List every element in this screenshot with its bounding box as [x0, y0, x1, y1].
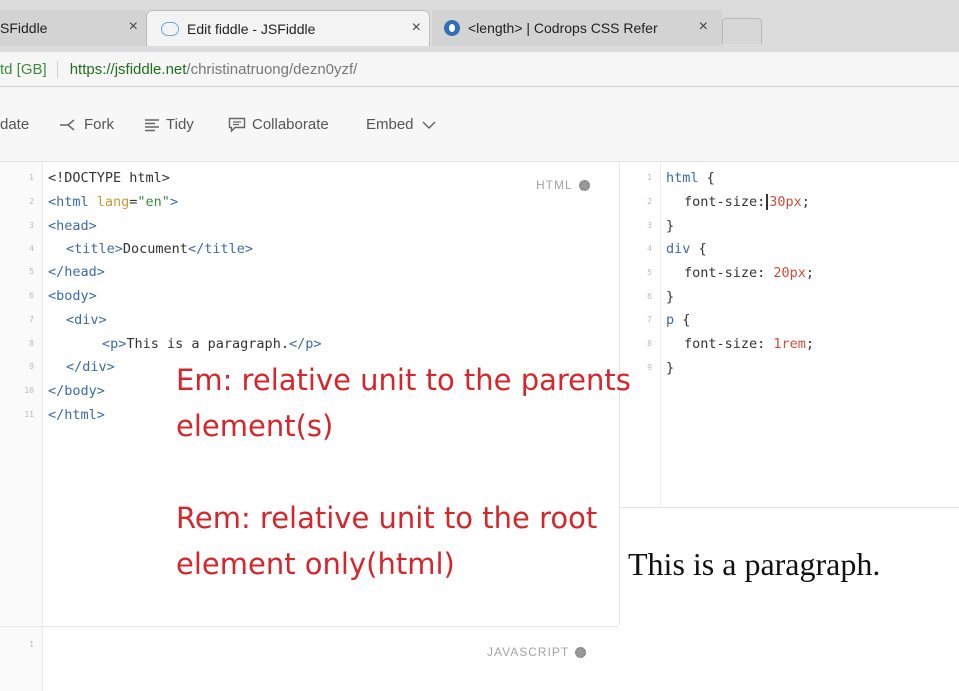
code-line: }: [666, 218, 675, 234]
line-number: 7: [29, 315, 34, 324]
code-line: div {: [666, 241, 707, 257]
code-line: </html>: [48, 407, 105, 423]
fork-button[interactable]: Fork: [58, 116, 114, 133]
annotation-em-line2: element(s): [176, 409, 334, 443]
line-number: 8: [29, 339, 34, 348]
tidy-button[interactable]: Tidy: [144, 116, 194, 133]
code-line: </body>: [48, 383, 105, 399]
chevron-down-icon: [422, 120, 436, 129]
fork-button-label: Fork: [84, 116, 114, 133]
collaborate-button[interactable]: Collaborate: [228, 116, 329, 133]
code-line: html {: [666, 170, 715, 186]
annotation-em-line1: Em: relative unit to the parents: [176, 363, 631, 397]
code-line: </head>: [48, 264, 105, 280]
code-line: }: [666, 289, 675, 305]
line-number: 8: [647, 339, 652, 348]
tidy-icon: [145, 118, 159, 131]
line-number: 6: [647, 292, 652, 301]
tab-label: Edit fiddle - JSFiddle: [187, 20, 316, 37]
line-number: 3: [29, 221, 34, 230]
code-line: font-size: 1rem;: [684, 336, 815, 352]
line-number: 1: [29, 640, 34, 649]
html-panel-label: HTML: [536, 178, 590, 192]
collaborate-button-label: Collaborate: [252, 116, 329, 133]
line-number: 4: [29, 244, 34, 253]
line-number: 1: [647, 173, 652, 182]
tab-jsfiddle[interactable]: SFiddle ×: [0, 10, 146, 46]
fork-icon: [60, 118, 75, 131]
close-icon[interactable]: ×: [412, 19, 421, 37]
javascript-editor-panel[interactable]: 1 JAVASCRIPT: [0, 626, 619, 691]
code-line: font-size: 20px;: [684, 265, 815, 281]
gear-icon[interactable]: [578, 179, 590, 191]
browser-tab-strip: SFiddle × Edit fiddle - JSFiddle × <leng…: [0, 0, 959, 53]
line-number: 7: [647, 315, 652, 324]
line-number: 1: [29, 173, 34, 182]
tab-label: <length> | Codrops CSS Refer: [468, 20, 658, 36]
line-number: 2: [647, 197, 652, 206]
result-panel: This is a paragraph.: [620, 508, 959, 690]
tab-codrops[interactable]: <length> | Codrops CSS Refer ×: [432, 10, 722, 46]
line-number: 9: [29, 362, 34, 371]
css-editor-panel[interactable]: 1 2 3 4 5 6 7 8 9 html { font-size: 30px;…: [620, 162, 959, 508]
code-line: font-size: 30px;: [684, 194, 810, 210]
text-cursor: [766, 194, 769, 210]
line-number: 5: [647, 268, 652, 277]
javascript-panel-label: JAVASCRIPT: [487, 645, 587, 659]
code-line: <title>Document</title>: [66, 241, 253, 257]
embed-button-label: Embed: [366, 116, 414, 133]
annotation-rem-line1: Rem: relative unit to the root: [176, 501, 598, 535]
update-button-label: date: [0, 116, 30, 133]
code-line: <div>: [66, 312, 107, 328]
code-line: <html lang="en">: [48, 194, 179, 210]
code-line: }: [666, 360, 675, 376]
tab-label: SFiddle: [0, 20, 48, 36]
gear-icon[interactable]: [575, 646, 587, 658]
new-tab-button[interactable]: [722, 18, 762, 44]
url-host: https://jsfiddle.net: [69, 60, 187, 78]
codrops-favicon-icon: [444, 20, 460, 36]
line-number: 10: [24, 386, 34, 395]
code-line: <body>: [48, 288, 97, 304]
result-paragraph: This is a paragraph.: [628, 546, 881, 582]
annotation-rem: Rem: relative unit to the root element o…: [176, 495, 597, 587]
annotation-em: Em: relative unit to the parents element…: [176, 357, 631, 449]
tidy-button-label: Tidy: [166, 116, 194, 133]
code-line: <p>This is a paragraph.</p>: [102, 336, 322, 352]
line-number: 6: [29, 291, 34, 300]
certificate-label[interactable]: td [GB]: [0, 60, 58, 78]
address-bar[interactable]: td [GB] https://jsfiddle.net/christinatr…: [0, 52, 959, 87]
tab-edit-fiddle[interactable]: Edit fiddle - JSFiddle ×: [146, 10, 430, 46]
embed-button[interactable]: Embed: [366, 116, 444, 133]
code-line: </div>: [66, 359, 115, 375]
annotation-rem-line2: element only(html): [176, 547, 455, 581]
jsfiddle-favicon-icon: [161, 21, 179, 36]
line-number: 5: [29, 267, 34, 276]
code-line: p {: [666, 312, 691, 328]
update-button[interactable]: date: [0, 116, 29, 133]
jsfiddle-toolbar: date Fork Tidy Collaborate Embed: [0, 87, 959, 162]
code-line: <head>: [48, 218, 97, 234]
line-number: 4: [647, 244, 652, 253]
close-icon[interactable]: ×: [699, 18, 708, 36]
chat-icon: [228, 117, 246, 133]
code-line: <!DOCTYPE html>: [48, 170, 170, 186]
line-number: 2: [29, 197, 34, 206]
close-icon[interactable]: ×: [129, 18, 138, 36]
line-number: 11: [24, 410, 34, 419]
url-path: /christinatruong/dezn0yzf/: [186, 60, 358, 78]
line-number: 3: [647, 221, 652, 230]
